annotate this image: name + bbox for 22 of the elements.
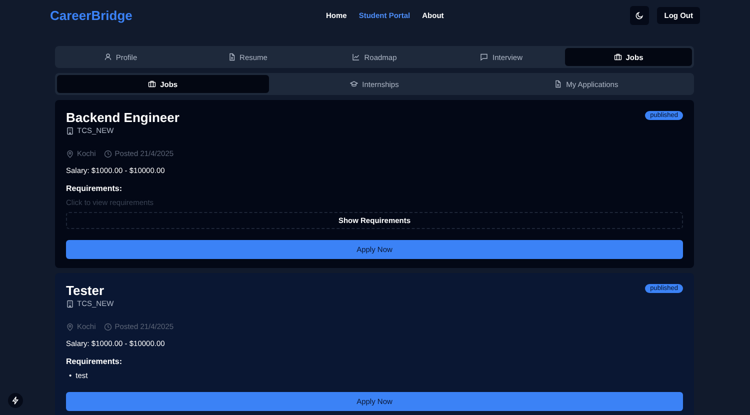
job-title: Backend Engineer [66, 110, 180, 125]
requirements-heading: Requirements: [66, 184, 124, 193]
building-icon [66, 300, 74, 308]
theme-toggle-button[interactable] [630, 6, 650, 25]
briefcase-icon [148, 80, 156, 88]
location-pin-icon [66, 322, 74, 330]
logo[interactable]: CareerBridge [50, 8, 132, 23]
building-icon [66, 126, 74, 134]
moon-icon [635, 11, 644, 20]
lightning-icon[interactable] [8, 393, 23, 408]
requirements-heading: Requirements: [66, 357, 124, 366]
clock-icon [104, 150, 112, 158]
chart-icon [352, 53, 360, 61]
clock-icon [104, 322, 112, 330]
graduation-cap-icon [350, 80, 358, 88]
job-title: Tester [66, 283, 106, 298]
location-pin-icon [66, 150, 74, 158]
chat-bubble-icon [480, 53, 488, 61]
briefcase-icon [614, 53, 622, 61]
document-icon [554, 80, 562, 88]
user-icon [104, 53, 112, 61]
document-icon [228, 53, 236, 61]
